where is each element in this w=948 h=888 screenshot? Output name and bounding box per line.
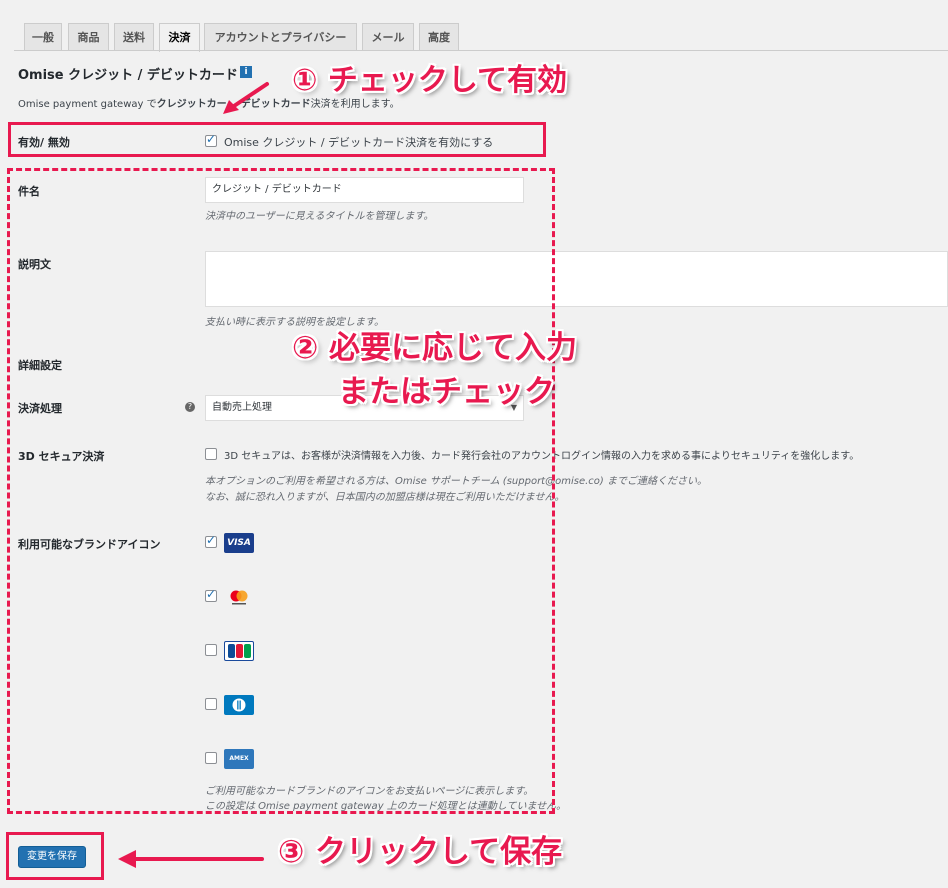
callout-step2-line1: ② 必要に応じて入力 [292, 330, 578, 366]
callout-step1: ① チェックして有効 [292, 63, 567, 98]
tabs-divider [14, 50, 948, 51]
info-badge-icon[interactable]: i [240, 66, 252, 78]
tab-advanced[interactable]: 高度 [419, 23, 459, 51]
enable-highlight-box [8, 122, 546, 157]
callout-step3: ③ クリックして保存 [278, 834, 563, 870]
settings-tabs: 一般 商品 送料 決済 アカウントとプライバシー メール 高度 [0, 0, 948, 52]
page-title: Omise クレジット / デビットカード [18, 68, 238, 83]
tab-shipping[interactable]: 送料 [114, 23, 154, 51]
arrow-step3-icon [118, 850, 264, 868]
arrow-step1-icon [223, 82, 269, 114]
subtitle-prefix: Omise payment gateway で [18, 99, 157, 110]
subtitle-tail: 決済を利用します。 [310, 99, 400, 110]
tab-accounts-privacy[interactable]: アカウントとプライバシー [204, 23, 357, 51]
tab-payments[interactable]: 決済 [159, 23, 200, 52]
settings-highlight-box [7, 168, 555, 814]
tab-email[interactable]: メール [362, 23, 414, 51]
callout-step2-line2: またはチェック [338, 374, 555, 410]
save-highlight-box [6, 832, 104, 880]
tab-general[interactable]: 一般 [24, 23, 62, 51]
tab-products[interactable]: 商品 [68, 23, 109, 51]
